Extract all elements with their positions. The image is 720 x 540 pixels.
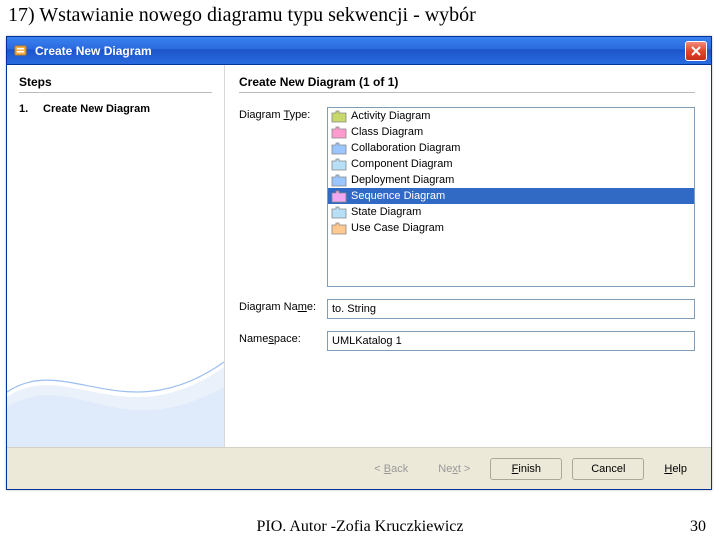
diagram-type-option[interactable]: Sequence Diagram xyxy=(328,188,694,204)
diagram-type-option[interactable]: Deployment Diagram xyxy=(328,172,694,188)
diagram-type-option[interactable]: Class Diagram xyxy=(328,124,694,140)
diagram-type-icon xyxy=(331,189,347,203)
diagram-type-option[interactable]: Activity Diagram xyxy=(328,108,694,124)
decorative-wave xyxy=(7,257,224,447)
diagram-type-listbox[interactable]: Activity Diagram Class Diagram Collaborati… xyxy=(327,107,695,287)
diagram-type-label: Deployment Diagram xyxy=(351,174,454,186)
footer-page-number: 30 xyxy=(660,518,720,536)
namespace-label: Namespace: xyxy=(239,331,327,345)
titlebar: Create New Diagram xyxy=(7,37,711,65)
window-title: Create New Diagram xyxy=(35,44,685,58)
diagram-type-option[interactable]: Collaboration Diagram xyxy=(328,140,694,156)
diagram-type-label: Activity Diagram xyxy=(351,110,430,122)
step-label: Create New Diagram xyxy=(43,103,150,115)
diagram-type-icon xyxy=(331,157,347,171)
slide-footer: PIO. Autor -Zofia Kruczkiewicz 30 xyxy=(0,518,720,536)
next-button[interactable]: Next > xyxy=(428,458,480,480)
diagram-name-input[interactable] xyxy=(327,299,695,319)
diagram-type-icon xyxy=(331,141,347,155)
step-number: 1. xyxy=(19,103,33,115)
diagram-type-icon xyxy=(331,109,347,123)
diagram-type-icon xyxy=(331,125,347,139)
diagram-type-label: Component Diagram xyxy=(351,158,453,170)
diagram-type-label: Diagram Type: xyxy=(239,107,327,121)
footer-author: PIO. Autor -Zofia Kruczkiewicz xyxy=(60,518,660,536)
namespace-input[interactable] xyxy=(327,331,695,351)
cancel-button[interactable]: Cancel xyxy=(572,458,644,480)
slide-title: 17) Wstawianie nowego diagramu typu sekw… xyxy=(0,0,720,33)
page-heading: Create New Diagram (1 of 1) xyxy=(239,75,695,93)
diagram-type-row: Diagram Type: Activity Diagram Class Diag… xyxy=(239,107,695,287)
steps-panel: Steps 1. Create New Diagram xyxy=(7,65,225,447)
back-button[interactable]: < Back xyxy=(364,458,418,480)
step-row: 1. Create New Diagram xyxy=(19,103,212,115)
diagram-name-row: Diagram Name: xyxy=(239,299,695,319)
dialog-window: Create New Diagram Steps 1. Create New D… xyxy=(6,36,712,490)
diagram-type-label: State Diagram xyxy=(351,206,421,218)
diagram-type-option[interactable]: State Diagram xyxy=(328,204,694,220)
diagram-type-label: Sequence Diagram xyxy=(351,190,445,202)
diagram-type-icon xyxy=(331,205,347,219)
diagram-type-option[interactable]: Use Case Diagram xyxy=(328,220,694,236)
button-bar: < Back Next > Finish Cancel Help xyxy=(7,447,711,489)
diagram-type-icon xyxy=(331,173,347,187)
close-button[interactable] xyxy=(685,41,707,61)
diagram-name-label: Diagram Name: xyxy=(239,299,327,313)
namespace-row: Namespace: xyxy=(239,331,695,351)
diagram-type-option[interactable]: Component Diagram xyxy=(328,156,694,172)
main-panel: Create New Diagram (1 of 1) Diagram Type… xyxy=(225,65,711,447)
diagram-type-label: Collaboration Diagram xyxy=(351,142,460,154)
diagram-type-label: Class Diagram xyxy=(351,126,423,138)
steps-heading: Steps xyxy=(19,75,212,93)
diagram-type-icon xyxy=(331,221,347,235)
diagram-type-label: Use Case Diagram xyxy=(351,222,444,234)
app-icon xyxy=(13,43,29,59)
dialog-body: Steps 1. Create New Diagram Create New D… xyxy=(7,65,711,447)
help-button[interactable]: Help xyxy=(654,458,697,480)
finish-button[interactable]: Finish xyxy=(490,458,562,480)
